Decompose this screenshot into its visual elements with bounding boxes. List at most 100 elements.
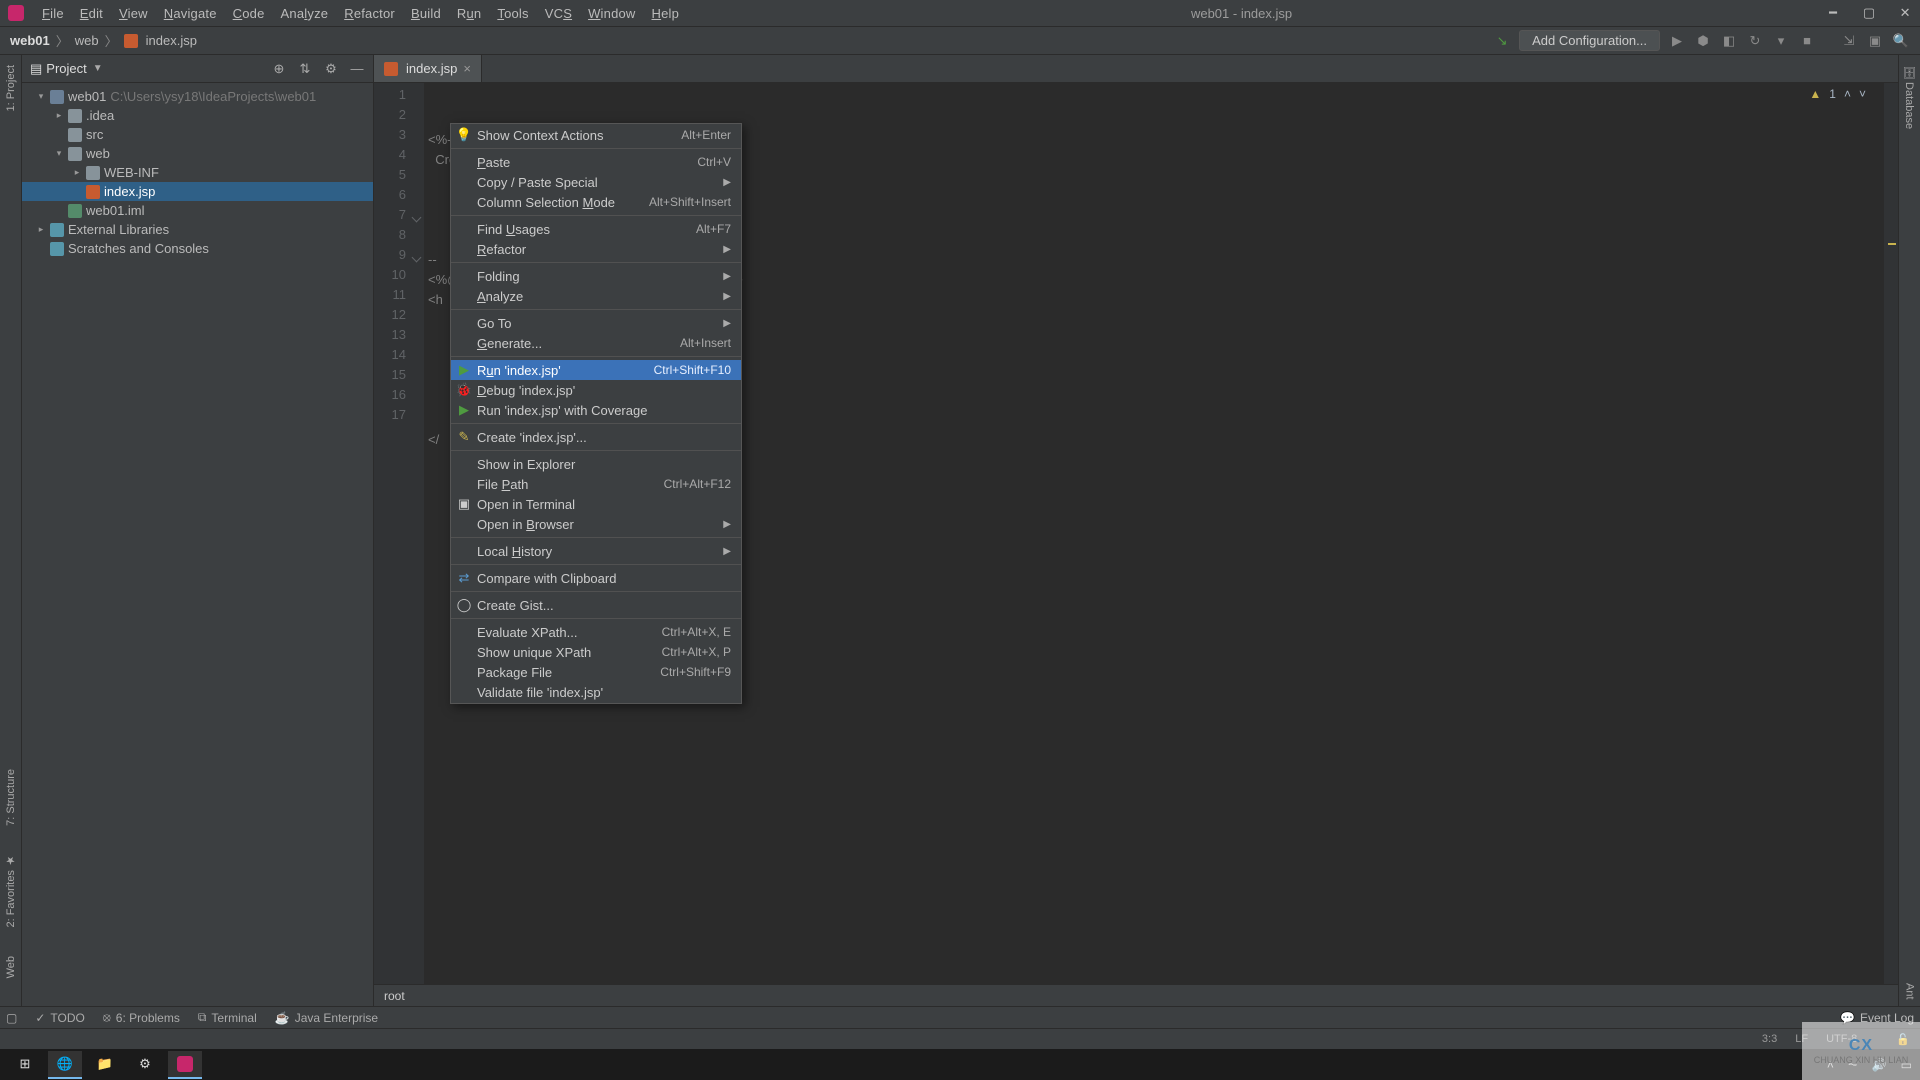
ctx-package-file[interactable]: Package FileCtrl+Shift+F9 xyxy=(451,662,741,682)
tree-row-web01[interactable]: ▾web01 C:\Users\ysy18\IdeaProjects\web01 xyxy=(22,87,373,106)
tree-row-web01-iml[interactable]: web01.iml xyxy=(22,201,373,220)
editor-context-menu[interactable]: 💡Show Context ActionsAlt+Enter PasteCtrl+… xyxy=(450,123,742,704)
ctx-debug-index-jsp-[interactable]: 🐞Debug 'index.jsp' xyxy=(451,380,741,400)
project-tree[interactable]: ▾web01 C:\Users\ysy18\IdeaProjects\web01… xyxy=(22,83,373,1006)
build-icon[interactable]: ↘ xyxy=(1493,32,1511,50)
expand-icon[interactable]: ⇅ xyxy=(297,61,313,77)
ctx-folding[interactable]: Folding▶ xyxy=(451,266,741,286)
menu-help[interactable]: Help xyxy=(644,3,688,24)
inspection-widget[interactable]: ▲ 1 ˄ ˅ xyxy=(1809,87,1866,101)
tree-row-scratches-and-consoles[interactable]: Scratches and Consoles xyxy=(22,239,373,258)
crumb-folder[interactable]: web xyxy=(75,33,99,48)
ctx-generate-[interactable]: Generate...Alt+Insert xyxy=(451,333,741,353)
settings-icon[interactable]: ⚙ xyxy=(128,1051,162,1079)
ctx-show-context-actions[interactable]: 💡Show Context ActionsAlt+Enter xyxy=(451,125,741,145)
menu-view[interactable]: View xyxy=(111,3,156,24)
editor-tab-index-jsp[interactable]: index.jsp × xyxy=(374,55,482,82)
menu-file[interactable]: File xyxy=(34,3,72,24)
ctx-run-index-jsp-[interactable]: ▶Run 'index.jsp'Ctrl+Shift+F10 xyxy=(451,360,741,380)
favorites-tab[interactable]: 2: Favorites ★ xyxy=(2,848,19,934)
debug-icon[interactable]: ⬢ xyxy=(1694,32,1712,50)
crumb-file[interactable]: index.jsp xyxy=(146,33,197,48)
ctx-analyze[interactable]: Analyze▶ xyxy=(451,286,741,306)
tree-row-web-inf[interactable]: ▸WEB-INF xyxy=(22,163,373,182)
tree-row-index-jsp[interactable]: index.jsp xyxy=(22,182,373,201)
todo-tab[interactable]: ✓TODO xyxy=(35,1011,85,1025)
web-tab[interactable]: Web xyxy=(3,950,19,984)
submenu-arrow-icon: ▶ xyxy=(723,291,731,302)
menu-navigate[interactable]: Navigate xyxy=(156,3,225,24)
intellij-icon[interactable] xyxy=(168,1051,202,1079)
maximize-icon[interactable]: ▢ xyxy=(1862,6,1876,20)
menu-build[interactable]: Build xyxy=(403,3,449,24)
ctx-open-in-terminal[interactable]: ▣Open in Terminal xyxy=(451,494,741,514)
search-everywhere-icon[interactable]: 🔍 xyxy=(1892,32,1910,50)
ctx-go-to[interactable]: Go To▶ xyxy=(451,313,741,333)
menu-code[interactable]: Code xyxy=(225,3,273,24)
ide-settings-icon[interactable]: ▣ xyxy=(1866,32,1884,50)
terminal-tab[interactable]: ⧉Terminal xyxy=(198,1010,257,1025)
java-ee-tab[interactable]: ☕Java Enterprise xyxy=(275,1011,378,1025)
tree-row--idea[interactable]: ▸.idea xyxy=(22,106,373,125)
project-panel-title[interactable]: ▤ Project ▼ xyxy=(30,61,103,77)
ant-tab[interactable]: Ant xyxy=(1902,977,1918,1006)
tree-chevron-icon: ▾ xyxy=(36,91,46,102)
ctx-open-in-browser[interactable]: Open in Browser▶ xyxy=(451,514,741,534)
database-tab[interactable]: 🗄 Database xyxy=(1901,59,1918,135)
profile-icon[interactable]: ↻ xyxy=(1746,32,1764,50)
ctx-compare-with-clipboard[interactable]: ⇄Compare with Clipboard xyxy=(451,568,741,588)
tree-row-external-libraries[interactable]: ▸External Libraries xyxy=(22,220,373,239)
gear-icon[interactable]: ⚙ xyxy=(323,61,339,77)
editor-breadcrumb[interactable]: root xyxy=(374,984,1898,1006)
problems-tab[interactable]: ⦻6: Problems xyxy=(103,1010,180,1025)
ctx-label: Create Gist... xyxy=(477,598,554,613)
menu-window[interactable]: Window xyxy=(580,3,643,24)
ctx-copy-paste-special[interactable]: Copy / Paste Special▶ xyxy=(451,172,741,192)
close-icon[interactable]: ✕ xyxy=(1898,6,1912,20)
prev-highlight-icon[interactable]: ˄ xyxy=(1844,87,1851,101)
coverage-icon[interactable]: ◧ xyxy=(1720,32,1738,50)
ctx-evaluate-xpath-[interactable]: Evaluate XPath...Ctrl+Alt+X, E xyxy=(451,622,741,642)
ctx-column-selection-mode[interactable]: Column Selection ModeAlt+Shift+Insert xyxy=(451,192,741,212)
menu-run[interactable]: Run xyxy=(449,3,489,24)
ctx-create-index-jsp-[interactable]: ✎Create 'index.jsp'... xyxy=(451,427,741,447)
menu-analyze[interactable]: Analyze xyxy=(273,3,337,24)
menu-edit[interactable]: Edit xyxy=(72,3,111,24)
minimize-icon[interactable]: ━ xyxy=(1826,6,1840,20)
locate-icon[interactable]: ⊕ xyxy=(271,61,287,77)
add-configuration-button[interactable]: Add Configuration... xyxy=(1519,30,1660,51)
tree-row-web[interactable]: ▾web xyxy=(22,144,373,163)
menu-refactor[interactable]: Refactor xyxy=(336,3,403,24)
ctx-show-unique-xpath[interactable]: Show unique XPathCtrl+Alt+X, P xyxy=(451,642,741,662)
ctx-paste[interactable]: PasteCtrl+V xyxy=(451,152,741,172)
start-button[interactable]: ⊞ xyxy=(8,1051,42,1079)
run-icon[interactable]: ▶ xyxy=(1668,32,1686,50)
edge-icon[interactable]: 🌐 xyxy=(48,1051,82,1079)
ctx-run-index-jsp-with-coverage[interactable]: ▶Run 'index.jsp' with Coverage xyxy=(451,400,741,420)
tree-row-src[interactable]: src xyxy=(22,125,373,144)
tool-window-button[interactable]: ▢ xyxy=(6,1011,17,1025)
ctx-local-history[interactable]: Local History▶ xyxy=(451,541,741,561)
attach-icon[interactable]: ▾ xyxy=(1772,32,1790,50)
project-tab[interactable]: 1: Project xyxy=(3,59,19,117)
structure-tab[interactable]: 7: Structure xyxy=(3,763,19,832)
crumb-module[interactable]: web01 xyxy=(10,33,50,48)
ctx-show-in-explorer[interactable]: Show in Explorer xyxy=(451,454,741,474)
menu-tools[interactable]: Tools xyxy=(489,3,536,24)
ctx-file-path[interactable]: File PathCtrl+Alt+F12 xyxy=(451,474,741,494)
explorer-icon[interactable]: 📁 xyxy=(88,1051,122,1079)
update-icon[interactable]: ⇲ xyxy=(1840,32,1858,50)
close-tab-icon[interactable]: × xyxy=(463,61,471,76)
next-highlight-icon[interactable]: ˅ xyxy=(1859,87,1866,101)
warning-marker[interactable] xyxy=(1888,243,1896,245)
ctx-find-usages[interactable]: Find UsagesAlt+F7 xyxy=(451,219,741,239)
create-icon: ✎ xyxy=(457,430,471,444)
caret-position[interactable]: 3:3 xyxy=(1762,1033,1777,1046)
stop-icon[interactable]: ■ xyxy=(1798,32,1816,50)
ctx-refactor[interactable]: Refactor▶ xyxy=(451,239,741,259)
menu-vcs[interactable]: VCS xyxy=(537,3,580,24)
ctx-create-gist-[interactable]: ◯Create Gist... xyxy=(451,595,741,615)
hide-icon[interactable]: — xyxy=(349,61,365,77)
ctx-validate-file-index-jsp-[interactable]: Validate file 'index.jsp' xyxy=(451,682,741,702)
marker-bar[interactable] xyxy=(1884,83,1898,984)
